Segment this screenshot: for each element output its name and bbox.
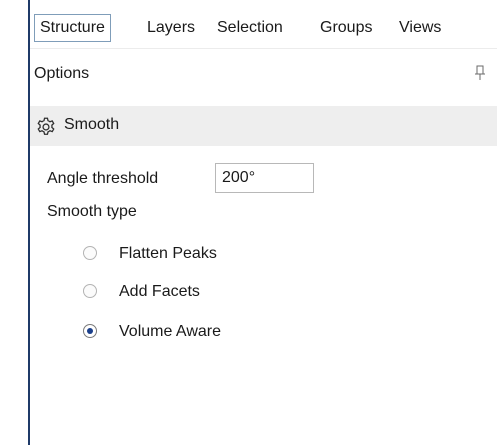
- pin-icon-svg: [475, 65, 485, 80]
- radio-button[interactable]: [83, 246, 97, 260]
- angle-threshold-label: Angle threshold: [47, 170, 159, 187]
- radio-button[interactable]: [83, 284, 97, 298]
- smooth-options-form: Angle threshold Smooth type Flatten Peak…: [30, 160, 497, 360]
- angle-threshold-input[interactable]: [215, 163, 314, 193]
- options-header: Options: [30, 60, 497, 96]
- tab-structure[interactable]: Structure: [34, 14, 111, 42]
- radio-button-selected[interactable]: [83, 324, 97, 338]
- active-tool-row[interactable]: Smooth: [30, 106, 497, 146]
- panel-tab-bar: Structure Layers Selection Groups Views: [30, 0, 497, 49]
- gear-icon-svg: [37, 117, 55, 135]
- pin-icon[interactable]: [473, 64, 487, 82]
- smooth-type-label: Smooth type: [47, 203, 137, 220]
- tool-label: Smooth: [64, 116, 120, 133]
- tab-views[interactable]: Views: [399, 14, 441, 42]
- options-window: Structure Layers Selection Groups Views …: [0, 0, 497, 445]
- radio-label: Add Facets: [119, 283, 200, 300]
- gear-icon: [35, 116, 57, 138]
- options-title: Options: [34, 65, 90, 82]
- tab-layers[interactable]: Layers: [147, 14, 195, 42]
- radio-selected-dot: [87, 328, 93, 334]
- radio-label: Flatten Peaks: [119, 245, 217, 262]
- radio-label: Volume Aware: [119, 323, 221, 340]
- tab-groups[interactable]: Groups: [320, 14, 372, 42]
- tab-selection[interactable]: Selection: [217, 14, 283, 42]
